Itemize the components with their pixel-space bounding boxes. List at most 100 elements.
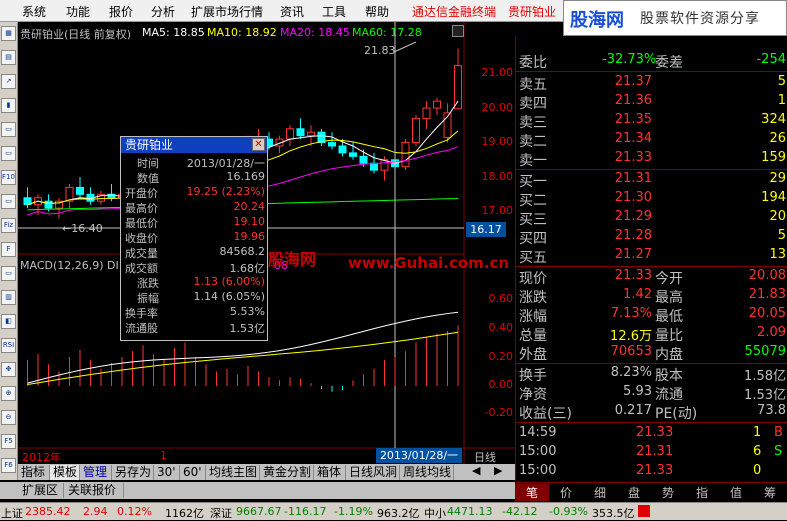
menu-system[interactable]: 系统 xyxy=(22,3,46,20)
status-bar: 上证 2385.42 2.94 0.12% 1162亿 深证 9667.67 -… xyxy=(0,502,787,520)
right-tab-2[interactable]: 细 xyxy=(583,484,617,501)
tick-volume: 6 xyxy=(753,444,762,459)
extension-tab-1[interactable]: 关联报价 xyxy=(64,483,124,498)
bars-icon[interactable]: ▥ xyxy=(1,290,16,305)
popup-row-value: 1.13 (6.00%) xyxy=(193,275,265,288)
bid-row[interactable]: 买二 21.30 194 xyxy=(516,190,787,209)
ask-row[interactable]: 卖一 21.33 159 xyxy=(516,150,787,169)
menu-tools[interactable]: 工具 xyxy=(322,3,346,20)
stat-label: 涨跌 xyxy=(519,290,547,306)
stat-row: 涨跌 1.42 最高 21.83 xyxy=(516,287,787,306)
chart-icon[interactable]: ◧ xyxy=(1,314,16,329)
alert-indicator-icon[interactable] xyxy=(638,505,650,517)
grid-icon[interactable]: ▦ xyxy=(1,26,16,41)
bid-row[interactable]: 买三 21.29 20 xyxy=(516,209,787,228)
tab-next-icon[interactable]: ▶ xyxy=(494,464,502,477)
candle-body xyxy=(359,155,368,164)
rsi-icon[interactable]: RSI xyxy=(1,338,16,353)
ask-row[interactable]: 卖五 21.37 5 xyxy=(516,74,787,93)
menu-analysis[interactable]: 分析 xyxy=(151,3,175,20)
menu-news[interactable]: 资讯 xyxy=(280,3,304,20)
ask-price: 21.33 xyxy=(614,150,652,165)
tab-5[interactable]: 60' xyxy=(180,465,206,480)
fiz-icon[interactable]: Fiz xyxy=(1,218,16,233)
zx-pct: -0.93% xyxy=(549,505,588,518)
text-icon[interactable]: ▭ xyxy=(1,194,16,209)
tab-0[interactable]: 指标 xyxy=(18,465,50,480)
zoom-icon[interactable]: ⊖ xyxy=(1,410,16,425)
popup-row: 涨跌 1.13 (6.00%) xyxy=(121,275,267,290)
popup-row-label: 最高价 xyxy=(125,202,158,215)
popup-row-label: 最低价 xyxy=(125,217,158,230)
tab-6[interactable]: 均线主图 xyxy=(206,465,260,480)
popup-row: 成交额 1.68亿 xyxy=(121,260,267,275)
text-icon[interactable]: ▭ xyxy=(1,122,16,137)
f6-icon[interactable]: F6 xyxy=(1,458,16,473)
menu-current-stock[interactable]: 贵研铂业 xyxy=(508,3,556,20)
stat-row: 外盘 70653 内盘 55079 xyxy=(516,344,787,363)
move-icon[interactable]: ✥ xyxy=(1,362,16,377)
bid-row[interactable]: 买四 21.28 5 xyxy=(516,228,787,247)
f-icon[interactable]: F xyxy=(1,242,16,257)
fund-label: 流通 xyxy=(655,387,683,403)
tab-prev-icon[interactable]: ◀ xyxy=(472,464,480,477)
tab-8[interactable]: 箱体 xyxy=(314,465,346,480)
right-tab-6[interactable]: 值 xyxy=(719,484,753,501)
tab-2[interactable]: 管理 xyxy=(80,465,112,480)
zx-amount: 353.5亿 xyxy=(592,507,635,520)
candle-body xyxy=(422,107,431,119)
logo-main-text: 股海网 xyxy=(570,10,624,31)
menu-tdx-terminal[interactable]: 通达信金融终端 xyxy=(412,3,496,20)
close-icon[interactable]: ✕ xyxy=(252,138,265,151)
plus-icon[interactable]: ⊕ xyxy=(1,386,16,401)
menu-extended-market[interactable]: 扩展市场行情 xyxy=(191,3,263,20)
menu-help[interactable]: 帮助 xyxy=(365,3,389,20)
text-icon[interactable]: ▭ xyxy=(1,266,16,281)
tab-3[interactable]: 另存为 xyxy=(112,465,154,480)
tab-9[interactable]: 日线风洞 xyxy=(346,465,400,480)
bar-chart-icon[interactable]: ▤ xyxy=(1,50,16,65)
menu-function[interactable]: 功能 xyxy=(66,3,90,20)
bid-row[interactable]: 买五 21.27 13 xyxy=(516,247,787,266)
bid-row[interactable]: 买一 21.31 29 xyxy=(516,171,787,190)
tab-1[interactable]: 模板 xyxy=(50,465,80,480)
ask-row[interactable]: 卖三 21.35 324 xyxy=(516,112,787,131)
ask-row[interactable]: 卖二 21.34 26 xyxy=(516,131,787,150)
popup-row: 换手率 5.53% xyxy=(121,305,267,320)
tab-4[interactable]: 30' xyxy=(154,465,180,480)
right-tab-0[interactable]: 笔 xyxy=(515,484,549,501)
candle-body xyxy=(76,186,84,195)
tick-price: 21.33 xyxy=(636,463,674,478)
right-tab-4[interactable]: 势 xyxy=(651,484,685,501)
popup-row-value: 1.14 (6.05%) xyxy=(193,290,265,303)
extension-tab-0[interactable]: 扩展区 xyxy=(18,483,64,498)
sz-label: 深证 xyxy=(210,507,232,520)
sh-pct: 0.12% xyxy=(117,505,152,518)
bar-info-popup[interactable]: 贵研铂业 ✕ 时间 2013/01/28/一 数值 16.169 开盘价 19.25 (2… xyxy=(120,136,268,341)
popup-row-value: 19.25 (2.23%) xyxy=(186,185,265,198)
line-chart-icon[interactable]: ↗ xyxy=(1,74,16,89)
candle-body xyxy=(370,162,378,171)
ask-label: 卖一 xyxy=(519,153,547,169)
right-tab-7[interactable]: 筹 xyxy=(753,484,787,501)
ask-row[interactable]: 卖四 21.36 1 xyxy=(516,93,787,112)
tick-time: 15:00 xyxy=(519,463,557,478)
right-tab-1[interactable]: 价 xyxy=(549,484,583,501)
sz-pct: -1.19% xyxy=(334,505,373,518)
ask-volume: 324 xyxy=(761,112,786,127)
bid-label: 买二 xyxy=(519,193,547,209)
chart-expand-icon[interactable] xyxy=(452,25,464,37)
f5-icon[interactable]: F5 xyxy=(1,434,16,449)
f10-icon[interactable]: F10 xyxy=(1,170,16,185)
candle-body xyxy=(307,131,315,137)
tab-10[interactable]: 周线均线 xyxy=(400,465,454,480)
text-icon[interactable]: ▭ xyxy=(1,146,16,161)
price-tick: 18.00 xyxy=(481,170,514,183)
right-tab-3[interactable]: 盘 xyxy=(617,484,651,501)
right-tab-5[interactable]: 指 xyxy=(685,484,719,501)
weibi-row: 委比 -32.73% 委差 -254 xyxy=(516,52,787,71)
candle-icon[interactable]: ▮ xyxy=(1,98,16,113)
menu-quote[interactable]: 报价 xyxy=(109,3,133,20)
tab-7[interactable]: 黄金分割 xyxy=(260,465,314,480)
popup-row-value: 5.53% xyxy=(230,305,265,318)
